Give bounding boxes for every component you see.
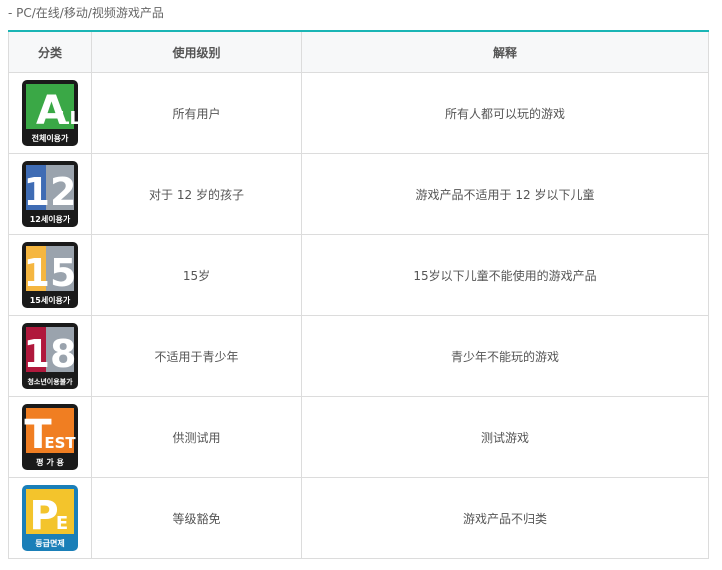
usage-cell: 不适用于青少年	[91, 315, 302, 397]
age-12-rating-icon: 12 12세이용가	[22, 161, 78, 227]
table-header-row: 分类 使用级别 解释	[8, 30, 709, 73]
test-rating-icon: T EST 평 가 용	[22, 404, 78, 470]
header-explanation: 解释	[301, 30, 709, 73]
svg-text:15: 15	[24, 251, 77, 295]
age-18-rating-icon: 18 청소년이용불가	[22, 323, 78, 389]
table-row: 15 15세이용가 15岁 15岁以下儿童不能使用的游戏产品	[8, 234, 709, 316]
badge-label: 전체이용가	[32, 133, 69, 143]
exempt-rating-icon: P E 등급면제	[22, 485, 78, 551]
badge-label: 청소년이용불가	[27, 377, 73, 386]
explanation-cell: 游戏产品不归类	[301, 477, 709, 559]
explanation-cell: 游戏产品不适用于 12 岁以下儿童	[301, 153, 709, 235]
usage-cell: 等级豁免	[91, 477, 302, 559]
table-row: 12 12세이용가 对于 12 岁的孩子 游戏产品不适用于 12 岁以下儿童	[8, 153, 709, 235]
usage-cell: 所有用户	[91, 72, 302, 154]
section-caption: - PC/在线/移动/视频游戏产品	[8, 6, 164, 20]
category-cell: P E 등급면제	[8, 477, 92, 559]
category-cell: A LL 전체이용가	[8, 72, 92, 154]
header-usage: 使用级别	[91, 30, 302, 73]
table-row: T EST 평 가 용 供测试用 测试游戏	[8, 396, 709, 478]
explanation-cell: 所有人都可以玩的游戏	[301, 72, 709, 154]
table-row: P E 등급면제 等级豁免 游戏产品不归类	[8, 477, 709, 559]
badge-label: 12세이용가	[30, 214, 71, 224]
category-cell: 12 12세이용가	[8, 153, 92, 235]
rating-table: 分类 使用级别 解释 A LL 전체이용가 所有用户 所有人都可以玩的游戏 12…	[8, 30, 709, 559]
header-category: 分类	[8, 30, 92, 73]
usage-cell: 对于 12 岁的孩子	[91, 153, 302, 235]
svg-text:E: E	[56, 513, 68, 534]
explanation-cell: 15岁以下儿童不能使用的游戏产品	[301, 234, 709, 316]
category-cell: 18 청소년이용불가	[8, 315, 92, 397]
badge-label: 15세이용가	[30, 295, 71, 305]
category-cell: T EST 평 가 용	[8, 396, 92, 478]
explanation-cell: 测试游戏	[301, 396, 709, 478]
all-ages-rating-icon: A LL 전체이용가	[22, 80, 78, 146]
badge-label: 등급면제	[35, 538, 64, 548]
table-row: A LL 전체이용가 所有用户 所有人都可以玩的游戏	[8, 72, 709, 154]
explanation-cell: 青少年不能玩的游戏	[301, 315, 709, 397]
svg-text:18: 18	[24, 332, 77, 376]
usage-cell: 供测试用	[91, 396, 302, 478]
badge-label: 평 가 용	[36, 457, 64, 467]
svg-text:P: P	[29, 493, 58, 539]
age-15-rating-icon: 15 15세이용가	[22, 242, 78, 308]
svg-text:LL: LL	[58, 108, 78, 129]
svg-text:12: 12	[24, 170, 77, 214]
table-row: 18 청소년이용불가 不适用于青少年 青少年不能玩的游戏	[8, 315, 709, 397]
usage-cell: 15岁	[91, 234, 302, 316]
category-cell: 15 15세이용가	[8, 234, 92, 316]
svg-text:EST: EST	[44, 434, 76, 452]
